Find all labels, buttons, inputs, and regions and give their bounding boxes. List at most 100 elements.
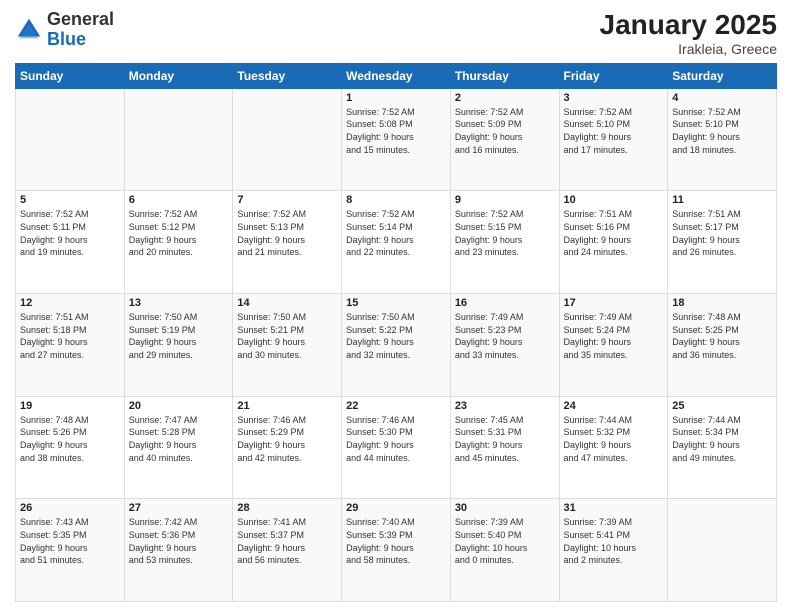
calendar-cell: 16 Sunrise: 7:49 AM Sunset: 5:23 PM Dayli… [450, 294, 559, 397]
day-info: Sunrise: 7:51 AM Sunset: 5:16 PM Dayligh… [564, 208, 664, 258]
day-number: 9 [455, 194, 555, 206]
day-info: Sunrise: 7:51 AM Sunset: 5:17 PM Dayligh… [672, 208, 772, 258]
day-number: 20 [129, 400, 229, 412]
day-number: 29 [346, 502, 446, 514]
calendar-cell: 20Sunrise: 7:47 AM Sunset: 5:28 PM Dayli… [124, 396, 233, 499]
day-number: 13 [129, 297, 229, 309]
calendar-cell: 11 Sunrise: 7:51 AM Sunset: 5:17 PM Dayli… [668, 191, 777, 294]
calendar-cell: 7 Sunrise: 7:52 AM Sunset: 5:13 PM Daylig… [233, 191, 342, 294]
calendar-cell: 4 Sunrise: 7:52 AM Sunset: 5:10 PM Daylig… [668, 88, 777, 191]
day-info: Sunrise: 7:52 AM Sunset: 5:10 PM Dayligh… [672, 106, 772, 156]
day-number: 12 [20, 297, 120, 309]
day-number: 24 [564, 400, 664, 412]
day-number: 23 [455, 400, 555, 412]
day-number: 2 [455, 92, 555, 104]
day-info: Sunrise: 7:52 AM Sunset: 5:10 PM Dayligh… [564, 106, 664, 156]
calendar-cell: 8Sunrise: 7:52 AM Sunset: 5:14 PM Daylig… [342, 191, 451, 294]
day-info: Sunrise: 7:41 AM Sunset: 5:37 PM Dayligh… [237, 516, 337, 566]
calendar-cell [233, 88, 342, 191]
day-info: Sunrise: 7:50 AM Sunset: 5:19 PM Dayligh… [129, 311, 229, 361]
calendar-cell: 21 Sunrise: 7:46 AM Sunset: 5:29 PM Dayli… [233, 396, 342, 499]
day-number: 30 [455, 502, 555, 514]
day-info: Sunrise: 7:52 AM Sunset: 5:15 PM Dayligh… [455, 208, 555, 258]
day-info: Sunrise: 7:44 AM Sunset: 5:32 PM Dayligh… [564, 414, 664, 464]
day-number: 7 [237, 194, 337, 206]
logo-icon [15, 16, 43, 44]
day-number: 16 [455, 297, 555, 309]
day-info: Sunrise: 7:48 AM Sunset: 5:25 PM Dayligh… [672, 311, 772, 361]
calendar-week-2: 5 Sunrise: 7:52 AM Sunset: 5:11 PM Daylig… [16, 191, 777, 294]
day-info: Sunrise: 7:52 AM Sunset: 5:13 PM Dayligh… [237, 208, 337, 258]
day-info: Sunrise: 7:50 AM Sunset: 5:21 PM Dayligh… [237, 311, 337, 361]
calendar-cell: 6Sunrise: 7:52 AM Sunset: 5:12 PM Daylig… [124, 191, 233, 294]
day-info: Sunrise: 7:52 AM Sunset: 5:14 PM Dayligh… [346, 208, 446, 258]
calendar-cell: 18 Sunrise: 7:48 AM Sunset: 5:25 PM Dayli… [668, 294, 777, 397]
day-info: Sunrise: 7:50 AM Sunset: 5:22 PM Dayligh… [346, 311, 446, 361]
day-info: Sunrise: 7:43 AM Sunset: 5:35 PM Dayligh… [20, 516, 120, 566]
day-number: 27 [129, 502, 229, 514]
day-number: 19 [20, 400, 120, 412]
calendar-cell: 17Sunrise: 7:49 AM Sunset: 5:24 PM Dayli… [559, 294, 668, 397]
calendar-cell [124, 88, 233, 191]
calendar-week-4: 19 Sunrise: 7:48 AM Sunset: 5:26 PM Dayli… [16, 396, 777, 499]
day-info: Sunrise: 7:39 AM Sunset: 5:40 PM Dayligh… [455, 516, 555, 566]
day-number: 6 [129, 194, 229, 206]
calendar-cell [16, 88, 125, 191]
calendar-cell: 31Sunrise: 7:39 AM Sunset: 5:41 PM Dayli… [559, 499, 668, 602]
logo: General Blue [15, 10, 114, 50]
day-info: Sunrise: 7:52 AM Sunset: 5:09 PM Dayligh… [455, 106, 555, 156]
day-info: Sunrise: 7:52 AM Sunset: 5:11 PM Dayligh… [20, 208, 120, 258]
day-number: 26 [20, 502, 120, 514]
calendar-cell: 1 Sunrise: 7:52 AM Sunset: 5:08 PM Daylig… [342, 88, 451, 191]
logo-blue: Blue [47, 29, 86, 49]
day-info: Sunrise: 7:49 AM Sunset: 5:24 PM Dayligh… [564, 311, 664, 361]
calendar-cell: 23 Sunrise: 7:45 AM Sunset: 5:31 PM Dayli… [450, 396, 559, 499]
day-info: Sunrise: 7:49 AM Sunset: 5:23 PM Dayligh… [455, 311, 555, 361]
day-info: Sunrise: 7:46 AM Sunset: 5:29 PM Dayligh… [237, 414, 337, 464]
col-wednesday: Wednesday [342, 63, 451, 88]
calendar-cell: 14 Sunrise: 7:50 AM Sunset: 5:21 PM Dayli… [233, 294, 342, 397]
page: General Blue January 2025 Irakleia, Gree… [0, 0, 792, 612]
calendar-cell: 15Sunrise: 7:50 AM Sunset: 5:22 PM Dayli… [342, 294, 451, 397]
day-number: 14 [237, 297, 337, 309]
calendar-cell: 27 Sunrise: 7:42 AM Sunset: 5:36 PM Dayli… [124, 499, 233, 602]
day-number: 1 [346, 92, 446, 104]
day-info: Sunrise: 7:46 AM Sunset: 5:30 PM Dayligh… [346, 414, 446, 464]
calendar-cell: 25 Sunrise: 7:44 AM Sunset: 5:34 PM Dayli… [668, 396, 777, 499]
calendar-cell: 26 Sunrise: 7:43 AM Sunset: 5:35 PM Dayli… [16, 499, 125, 602]
day-number: 10 [564, 194, 664, 206]
day-number: 18 [672, 297, 772, 309]
day-info: Sunrise: 7:48 AM Sunset: 5:26 PM Dayligh… [20, 414, 120, 464]
col-tuesday: Tuesday [233, 63, 342, 88]
day-number: 25 [672, 400, 772, 412]
day-number: 11 [672, 194, 772, 206]
calendar-cell: 13 Sunrise: 7:50 AM Sunset: 5:19 PM Dayli… [124, 294, 233, 397]
day-number: 5 [20, 194, 120, 206]
calendar-cell: 29 Sunrise: 7:40 AM Sunset: 5:39 PM Dayli… [342, 499, 451, 602]
calendar-week-5: 26 Sunrise: 7:43 AM Sunset: 5:35 PM Dayli… [16, 499, 777, 602]
calendar-cell: 19 Sunrise: 7:48 AM Sunset: 5:26 PM Dayli… [16, 396, 125, 499]
logo-text: General Blue [47, 10, 114, 50]
col-monday: Monday [124, 63, 233, 88]
day-number: 28 [237, 502, 337, 514]
day-info: Sunrise: 7:42 AM Sunset: 5:36 PM Dayligh… [129, 516, 229, 566]
calendar-title: January 2025 [600, 10, 777, 41]
calendar-cell: 10 Sunrise: 7:51 AM Sunset: 5:16 PM Dayli… [559, 191, 668, 294]
calendar-cell [668, 499, 777, 602]
day-info: Sunrise: 7:39 AM Sunset: 5:41 PM Dayligh… [564, 516, 664, 566]
logo-general: General [47, 9, 114, 29]
calendar-table: Sunday Monday Tuesday Wednesday Thursday… [15, 63, 777, 602]
day-info: Sunrise: 7:45 AM Sunset: 5:31 PM Dayligh… [455, 414, 555, 464]
calendar-cell: 9 Sunrise: 7:52 AM Sunset: 5:15 PM Daylig… [450, 191, 559, 294]
day-info: Sunrise: 7:40 AM Sunset: 5:39 PM Dayligh… [346, 516, 446, 566]
day-number: 4 [672, 92, 772, 104]
calendar-cell: 22 Sunrise: 7:46 AM Sunset: 5:30 PM Dayli… [342, 396, 451, 499]
calendar-header-row: Sunday Monday Tuesday Wednesday Thursday… [16, 63, 777, 88]
calendar-cell: 5 Sunrise: 7:52 AM Sunset: 5:11 PM Daylig… [16, 191, 125, 294]
day-number: 22 [346, 400, 446, 412]
col-thursday: Thursday [450, 63, 559, 88]
day-number: 3 [564, 92, 664, 104]
day-number: 21 [237, 400, 337, 412]
day-info: Sunrise: 7:44 AM Sunset: 5:34 PM Dayligh… [672, 414, 772, 464]
day-info: Sunrise: 7:52 AM Sunset: 5:08 PM Dayligh… [346, 106, 446, 156]
